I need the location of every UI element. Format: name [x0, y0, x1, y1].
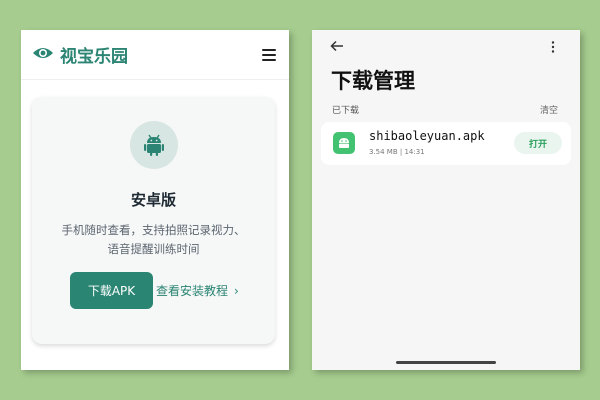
site-header: 视宝乐园	[21, 30, 289, 80]
eye-icon	[32, 45, 54, 64]
download-apk-button[interactable]: 下载APK	[70, 272, 153, 309]
brand[interactable]: 视宝乐园	[32, 42, 128, 67]
description-line-1: 手机随时查看，支持拍照记录视力、	[61, 223, 246, 237]
description-line-2: 语音提醒训练时间	[107, 242, 200, 256]
website-panel: 视宝乐园 安卓版 手机随时查看，支持拍照记录视力、 语音提醒训练时间 下载APK…	[21, 30, 289, 370]
download-manager-screen: 下载管理 已下载 清空 shibaoleyuan.apk 3.54 MB | 1…	[312, 30, 580, 370]
android-icon	[130, 121, 178, 169]
file-name: shibaoleyuan.apk	[369, 129, 485, 143]
card-description: 手机随时查看，支持拍照记录视力、 语音提醒训练时间	[50, 221, 257, 259]
section-label-downloaded: 已下载	[332, 106, 360, 116]
card-title: 安卓版	[130, 191, 176, 209]
brand-title: 视宝乐园	[60, 47, 128, 67]
file-meta: 3.54 MB | 14:31	[369, 148, 425, 156]
android-icon	[333, 132, 355, 154]
home-indicator[interactable]	[396, 361, 496, 364]
page-title: 下载管理	[331, 69, 415, 93]
clear-button[interactable]: 清空	[540, 103, 558, 116]
top-bar	[312, 30, 580, 58]
back-arrow-icon[interactable]	[330, 37, 344, 56]
more-vertical-icon[interactable]	[551, 38, 555, 57]
open-button[interactable]: 打开	[514, 132, 562, 154]
tutorial-link-label: 查看安装教程	[156, 284, 229, 298]
download-list-item[interactable]: shibaoleyuan.apk 3.54 MB | 14:31 打开	[321, 122, 571, 165]
chevron-right-icon: ›	[234, 283, 239, 298]
install-tutorial-link[interactable]: 查看安装教程 ›	[156, 272, 239, 309]
hamburger-menu-icon[interactable]	[262, 48, 276, 61]
android-download-card: 安卓版 手机随时查看，支持拍照记录视力、 语音提醒训练时间 下载APK 查看安装…	[32, 97, 275, 344]
